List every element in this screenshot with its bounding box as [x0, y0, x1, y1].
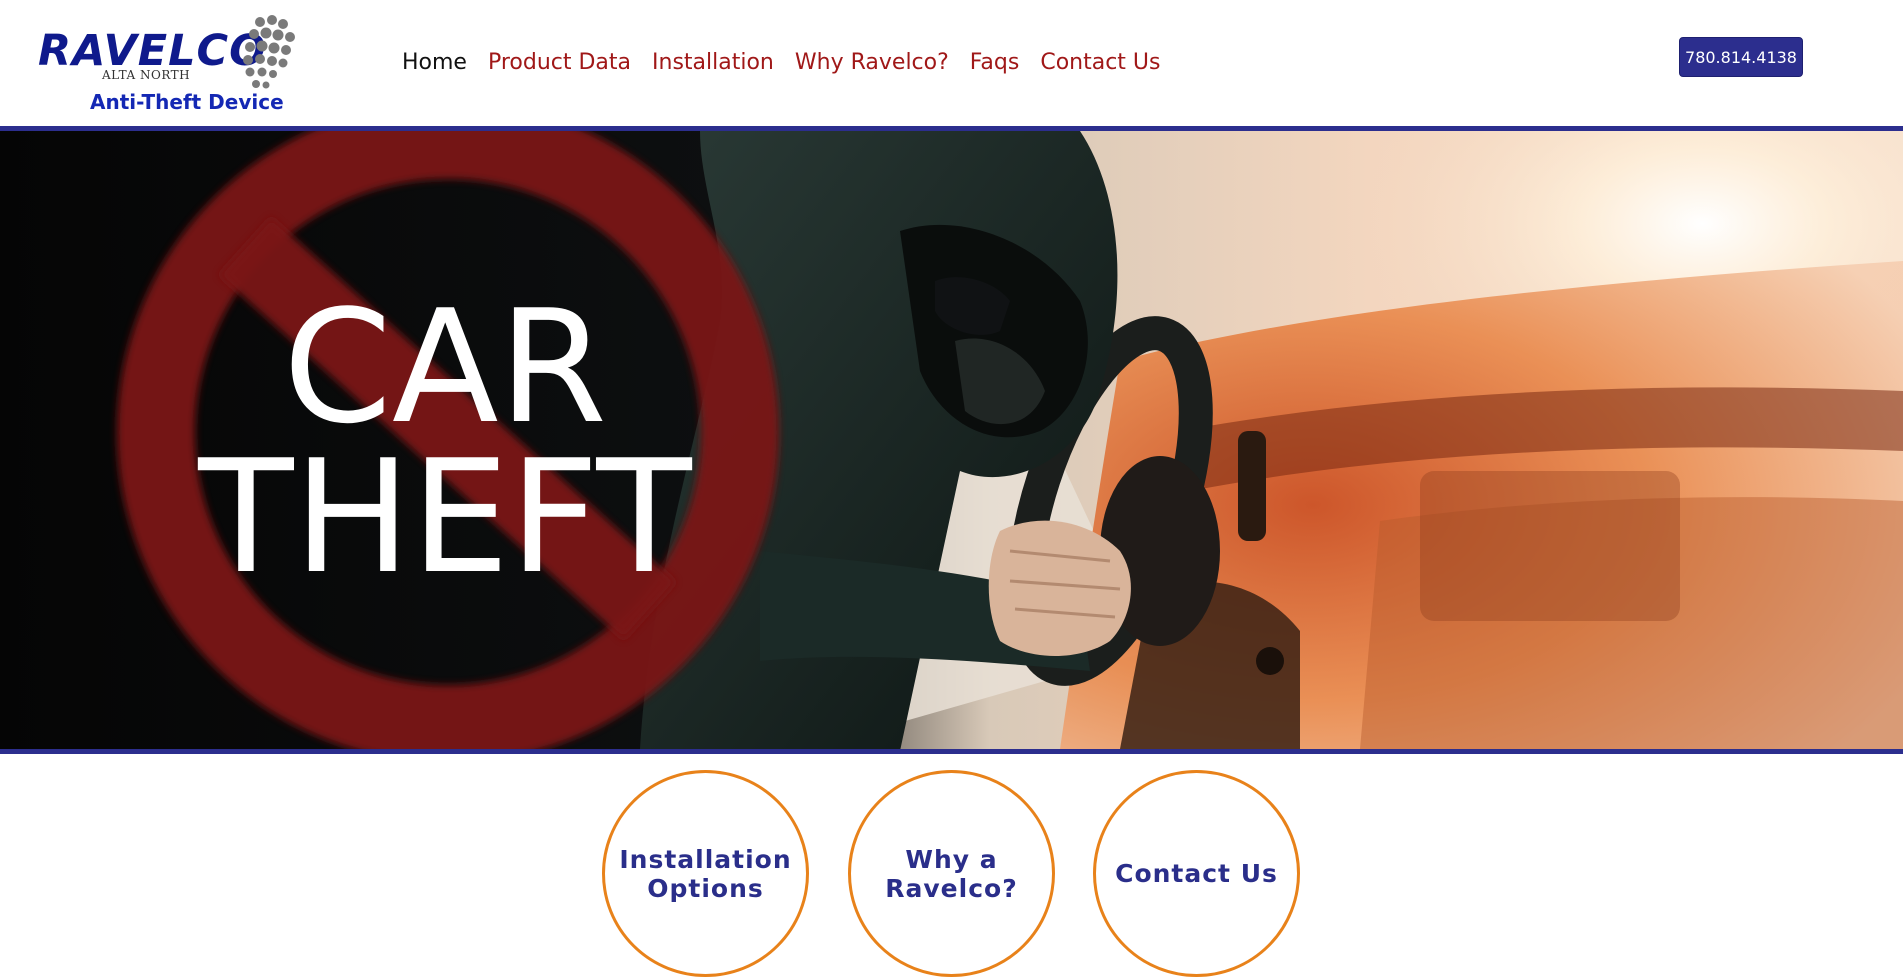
- hero-banner: CAR THEFT: [0, 131, 1903, 749]
- why-ravelco-circle[interactable]: Why a Ravelco?: [848, 770, 1055, 977]
- nav-item-faqs[interactable]: Faqs: [970, 47, 1020, 79]
- site-logo[interactable]: RAVELCO ALTA NORTH Anti-Theft Device: [38, 14, 308, 116]
- feature-circles: Installation Options Why a Ravelco? Cont…: [0, 770, 1903, 977]
- nav-item-contact-us[interactable]: Contact Us: [1040, 47, 1160, 79]
- hero-divider: [0, 749, 1903, 754]
- nav-item-product-data[interactable]: Product Data: [488, 47, 631, 79]
- dot-cluster-icon: [243, 15, 295, 89]
- nav-item-why-ravelco[interactable]: Why Ravelco?: [795, 47, 949, 79]
- hero-line-2: THEFT: [197, 426, 692, 608]
- main-nav: Home Product Data Installation Why Ravel…: [402, 47, 1182, 79]
- nav-item-home[interactable]: Home: [402, 47, 467, 79]
- site-header: RAVELCO ALTA NORTH Anti-Theft Device Hom…: [0, 0, 1903, 126]
- installation-options-circle[interactable]: Installation Options: [602, 770, 809, 977]
- nav-item-installation[interactable]: Installation: [652, 47, 774, 79]
- logo-wordmark: RAVELCO: [38, 26, 267, 76]
- circle-label: Contact Us: [1115, 859, 1278, 888]
- circle-label: Installation Options: [619, 844, 792, 903]
- hero-image: CAR THEFT: [0, 131, 1903, 749]
- phone-button[interactable]: 780.814.4138: [1679, 37, 1803, 77]
- logo-subtitle: ALTA NORTH: [102, 68, 191, 82]
- circle-label: Why a Ravelco?: [885, 844, 1018, 903]
- contact-us-circle[interactable]: Contact Us: [1093, 770, 1300, 977]
